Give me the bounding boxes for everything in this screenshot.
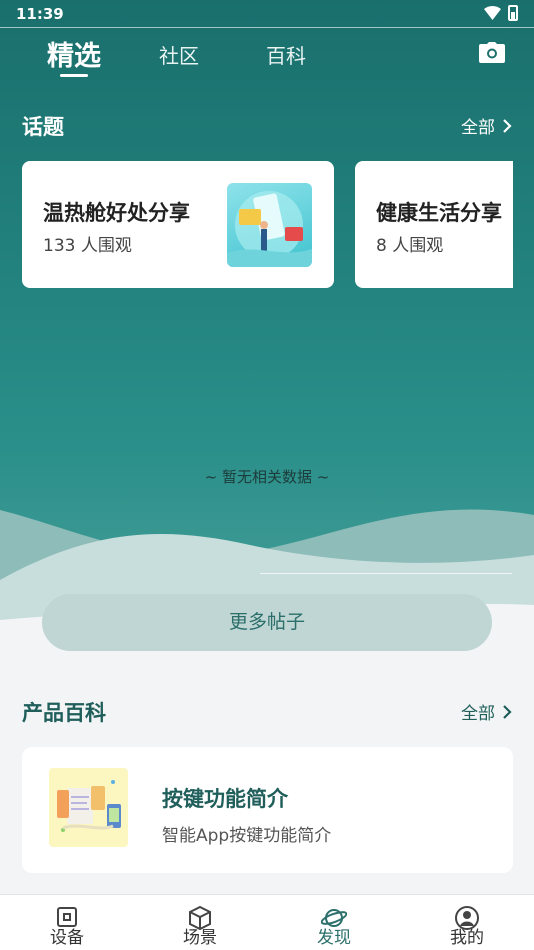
more-posts-button[interactable]: 更多帖子 [42,594,492,651]
nav-label: 发现 [317,928,351,948]
nav-item-mine[interactable]: 我的 [427,903,507,948]
product-wiki-view-all-label: 全部 [461,704,495,724]
hero-background [0,0,534,640]
nav-label: 设备 [50,928,84,948]
camera-icon[interactable] [479,42,505,63]
topic-title: 温热舱好处分享 [43,201,190,225]
topic-card[interactable]: 健康生活分享 8 人围观 [355,161,513,288]
product-wiki-item[interactable]: 按键功能简介 智能App按键功能简介 [22,747,513,873]
nav-item-discover[interactable]: 发现 [294,903,374,948]
topic-title: 健康生活分享 [376,201,502,225]
nav-label: 我的 [450,928,484,948]
battery-icon [508,5,518,21]
nav-item-scene[interactable]: 场景 [160,903,240,948]
product-wiki-view-all-link[interactable]: 全部 [461,699,512,724]
product-item-subtitle: 智能App按键功能简介 [162,826,332,846]
product-wiki-title: 产品百科 [22,701,106,725]
empty-state-text: ~ 暂无相关数据 ~ [204,468,330,486]
product-illustration [49,768,128,847]
wifi-icon [484,6,501,20]
bottom-navigation: 设备 场景 发现 我的 [0,894,534,950]
topic-viewers: 133 人围观 [43,236,132,256]
product-item-title: 按键功能简介 [162,787,288,811]
section-divider [260,573,512,574]
chevron-right-icon [503,704,512,724]
tab-encyclopedia[interactable]: 百科 [266,40,306,69]
chevron-right-icon [503,118,512,138]
nav-item-device[interactable]: 设备 [27,903,107,948]
tab-active-indicator [60,74,88,77]
nav-label: 场景 [183,928,217,948]
topics-header: 话题 全部 [22,111,512,141]
topics-view-all-label: 全部 [461,118,495,138]
status-divider [0,27,534,28]
topics-title: 话题 [22,115,64,139]
tab-community[interactable]: 社区 [159,40,199,69]
top-tabs: 精选 社区 百科 [0,30,534,80]
tab-featured[interactable]: 精选 [47,34,101,73]
status-bar: 11:39 [0,0,534,28]
product-wiki-header: 产品百科 全部 [22,697,512,727]
topic-card[interactable]: 温热舱好处分享 133 人围观 [22,161,334,288]
status-time: 11:39 [16,5,64,23]
topic-viewers: 8 人围观 [376,236,444,256]
topic-illustration [227,183,312,267]
topics-view-all-link[interactable]: 全部 [461,113,512,138]
